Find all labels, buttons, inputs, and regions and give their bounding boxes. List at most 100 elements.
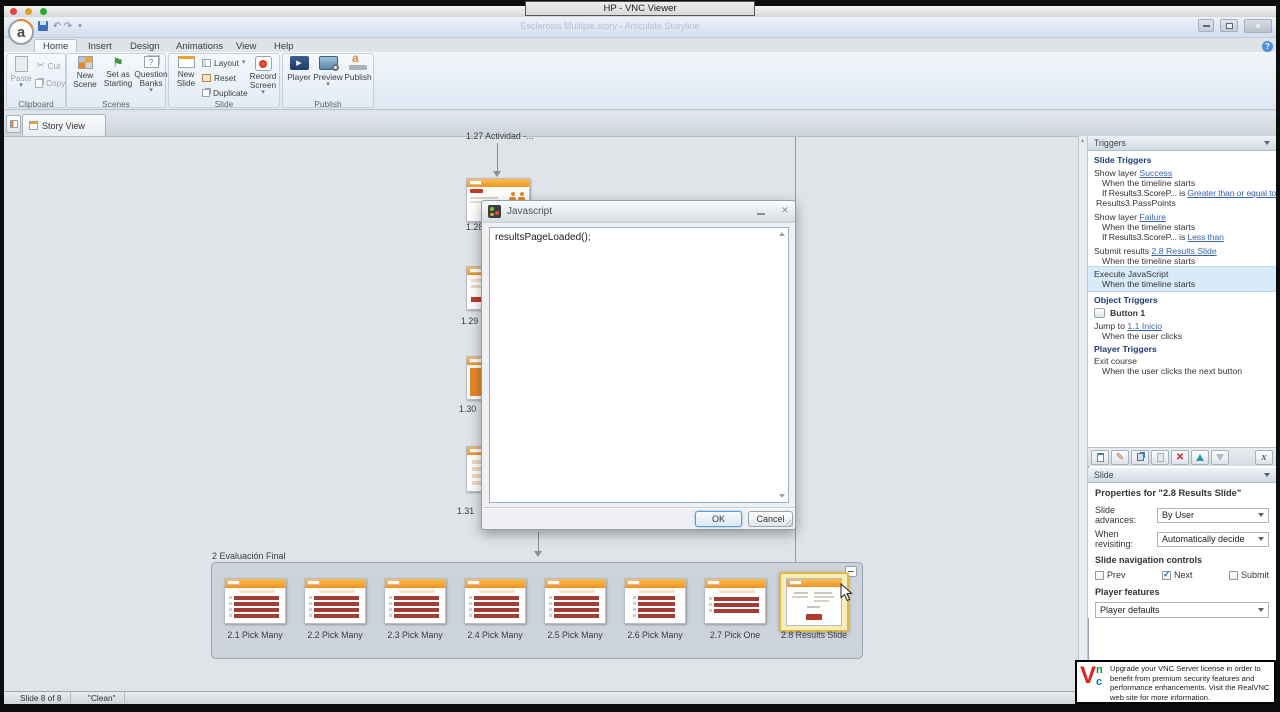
slide-thumbnail-2-3[interactable] bbox=[384, 578, 446, 624]
slide-label-2-4[interactable]: 2.4 Pick Many bbox=[455, 630, 535, 640]
delete-trigger-button[interactable]: ✕ bbox=[1171, 450, 1189, 465]
layout-button[interactable]: Layout ▾ bbox=[202, 58, 245, 68]
slide-label-1-31[interactable]: 1.31 bbox=[457, 506, 474, 516]
scroll-up-icon[interactable] bbox=[779, 232, 785, 236]
move-trigger-down-button[interactable] bbox=[1211, 450, 1229, 465]
copy-trigger-button[interactable] bbox=[1131, 450, 1149, 465]
slide-advances-select[interactable]: By User bbox=[1157, 508, 1269, 523]
slide-label-1-27[interactable]: 1.27 Actividad -... bbox=[466, 131, 533, 141]
tab-help[interactable]: Help bbox=[266, 39, 302, 53]
record-dot bbox=[259, 60, 267, 68]
when-revisiting-select[interactable]: Automatically decide bbox=[1157, 532, 1269, 547]
new-scene-button[interactable]: New Scene bbox=[70, 56, 100, 89]
triggers-panel[interactable]: Slide Triggers Show layer Success When t… bbox=[1088, 151, 1276, 447]
paste-trigger-button[interactable] bbox=[1151, 450, 1169, 465]
next-checkbox[interactable]: ✓Next bbox=[1162, 570, 1193, 580]
triggers-panel-header[interactable]: Triggers bbox=[1088, 136, 1276, 151]
scroll-up-icon[interactable]: ▲ bbox=[1080, 138, 1085, 144]
tab-story-view[interactable]: Story View bbox=[22, 114, 106, 136]
player-features-select[interactable]: Player defaults bbox=[1095, 602, 1269, 618]
qat-customize-button[interactable]: ▾ bbox=[76, 20, 84, 32]
new-trigger-button[interactable] bbox=[1091, 450, 1109, 465]
object-button-1[interactable]: Button 1 bbox=[1094, 307, 1272, 318]
trigger-show-layer-success[interactable]: Show layer Success When the timeline sta… bbox=[1094, 168, 1272, 208]
trigger-exit-course[interactable]: Exit course When the user clicks the nex… bbox=[1094, 356, 1272, 376]
trigger-submit-results[interactable]: Submit results 2.8 Results Slide When th… bbox=[1094, 246, 1272, 266]
vnc-upgrade-notice[interactable]: V n c Upgrade your VNC Server license in… bbox=[1075, 660, 1276, 704]
slide-label-2-7[interactable]: 2.7 Pick One bbox=[695, 630, 775, 640]
redo-button[interactable]: ↷ bbox=[63, 20, 73, 32]
question-banks-button[interactable]: ? Question Banks ▾ bbox=[136, 56, 166, 94]
trigger-link-inicio[interactable]: 1.1 Inicio bbox=[1127, 321, 1162, 331]
set-as-starting-button[interactable]: ⚑ Set as Starting bbox=[102, 56, 134, 88]
close-button[interactable]: ✕ bbox=[1244, 19, 1272, 33]
prev-checkbox[interactable]: Prev bbox=[1095, 570, 1126, 580]
scene-2-title[interactable]: 2 Evaluación Final bbox=[212, 551, 286, 561]
mac-minimize-icon[interactable] bbox=[25, 8, 32, 15]
dialog-close-button[interactable]: ✕ bbox=[777, 204, 793, 216]
javascript-code-editor[interactable]: resultsPageLoaded(); bbox=[489, 227, 789, 503]
resize-grip[interactable] bbox=[786, 520, 793, 527]
preview-button[interactable]: Preview ▾ bbox=[314, 56, 342, 88]
new-slide-button[interactable]: New Slide bbox=[172, 56, 200, 88]
cut-button[interactable]: ✂ Cut bbox=[37, 60, 60, 71]
trigger-jump-to[interactable]: Jump to 1.1 Inicio When the user clicks bbox=[1094, 321, 1272, 341]
trigger-link-operator[interactable]: Greater than or equal to bbox=[1187, 188, 1276, 198]
edit-trigger-button[interactable]: ✎ bbox=[1111, 450, 1129, 465]
mac-close-icon[interactable] bbox=[10, 8, 17, 15]
tab-insert[interactable]: Insert bbox=[80, 39, 120, 53]
mac-zoom-icon[interactable] bbox=[40, 8, 47, 15]
trigger-show-layer-failure[interactable]: Show layer Failure When the timeline sta… bbox=[1094, 212, 1272, 242]
slide-thumbnail-2-7[interactable] bbox=[704, 578, 766, 624]
view-switcher-button[interactable] bbox=[6, 115, 21, 133]
submit-checkbox[interactable]: Submit bbox=[1229, 570, 1269, 580]
canvas-scrollbar[interactable]: ▲ bbox=[1078, 136, 1088, 691]
chevron-down-icon[interactable] bbox=[1264, 141, 1270, 145]
chevron-down-icon[interactable] bbox=[1264, 473, 1270, 477]
tab-animations[interactable]: Animations bbox=[168, 39, 231, 53]
dialog-minimize-button[interactable] bbox=[753, 206, 769, 217]
status-slide-info: Slide 8 of 8 bbox=[12, 692, 71, 703]
undo-button[interactable]: ↶ bbox=[52, 20, 62, 32]
manage-variables-button[interactable]: x bbox=[1255, 450, 1273, 465]
player-button[interactable]: ▶ Player bbox=[286, 56, 312, 82]
tab-home[interactable]: Home bbox=[34, 39, 77, 53]
slide-label-1-29[interactable]: 1.29 bbox=[461, 316, 478, 326]
scroll-down-icon[interactable] bbox=[779, 494, 785, 498]
slide-label-2-2[interactable]: 2.2 Pick Many bbox=[295, 630, 375, 640]
restore-button[interactable] bbox=[1220, 19, 1238, 32]
minimize-button[interactable] bbox=[1198, 19, 1214, 32]
help-icon[interactable]: ? bbox=[1262, 41, 1273, 52]
check-glyph: ✓ bbox=[1163, 569, 1171, 580]
dialog-titlebar[interactable]: Javascript ✕ bbox=[482, 201, 795, 223]
slide-panel-header[interactable]: Slide bbox=[1088, 468, 1276, 483]
record-screen-button[interactable]: Record Screen ▾ bbox=[248, 56, 278, 96]
duplicate-button[interactable]: Duplicate bbox=[202, 88, 248, 98]
slide-label-2-3[interactable]: 2.3 Pick Many bbox=[375, 630, 455, 640]
move-trigger-up-button[interactable] bbox=[1191, 450, 1209, 465]
trigger-link-success[interactable]: Success bbox=[1139, 168, 1172, 178]
copy-button[interactable]: Copy bbox=[35, 78, 65, 88]
trigger-link-results-slide[interactable]: 2.8 Results Slide bbox=[1151, 246, 1216, 256]
trigger-execute-javascript-selected[interactable]: Execute JavaScript When the timeline sta… bbox=[1088, 266, 1276, 292]
slide-thumbnail-2-8[interactable] bbox=[786, 578, 842, 626]
trigger-link-failure[interactable]: Failure bbox=[1139, 212, 1166, 222]
slide-label-2-5[interactable]: 2.5 Pick Many bbox=[535, 630, 615, 640]
tab-view[interactable]: View bbox=[228, 39, 264, 53]
slide-thumbnail-2-1[interactable] bbox=[224, 578, 286, 624]
tab-design[interactable]: Design bbox=[122, 39, 168, 53]
slide-thumbnail-2-6[interactable] bbox=[624, 578, 686, 624]
slide-thumbnail-2-4[interactable] bbox=[464, 578, 526, 624]
slide-label-1-30[interactable]: 1.30 bbox=[459, 404, 476, 414]
paste-button[interactable]: Paste ▾ bbox=[8, 56, 34, 89]
save-button[interactable] bbox=[37, 20, 49, 32]
ok-button[interactable]: OK bbox=[695, 511, 742, 527]
reset-button[interactable]: Reset bbox=[202, 73, 236, 83]
trigger-link-operator[interactable]: Less than bbox=[1187, 232, 1223, 242]
slide-thumbnail-2-5[interactable] bbox=[544, 578, 606, 624]
slide-label-2-8[interactable]: 2.8 Results Slide bbox=[774, 630, 854, 640]
slide-thumbnail-2-2[interactable] bbox=[304, 578, 366, 624]
slide-label-2-6[interactable]: 2.6 Pick Many bbox=[615, 630, 695, 640]
slide-label-2-1[interactable]: 2.1 Pick Many bbox=[215, 630, 295, 640]
publish-button[interactable]: a Publish bbox=[344, 56, 372, 82]
